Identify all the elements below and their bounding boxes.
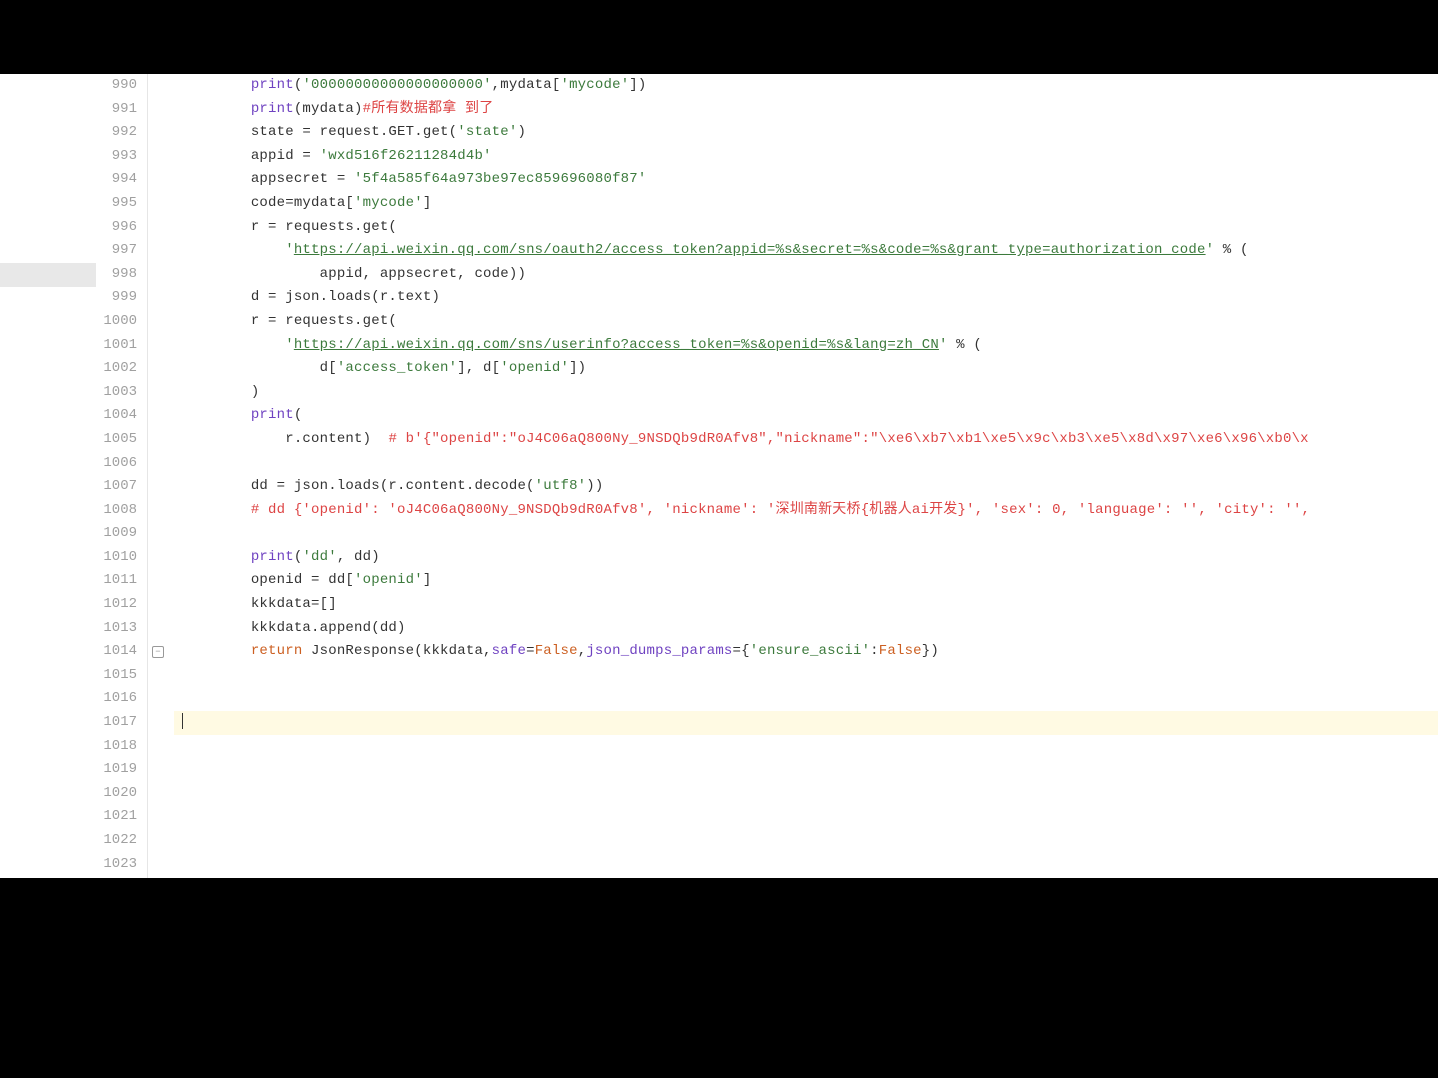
code-line[interactable]: print('00000000000000000000',mydata['myc…	[174, 74, 1438, 98]
line-number: 1000	[96, 310, 137, 334]
code-line[interactable]	[174, 805, 1438, 829]
code-line[interactable]: appsecret = '5f4a585f64a973be97ec8596960…	[174, 168, 1438, 192]
code-line[interactable]	[174, 522, 1438, 546]
code-line[interactable]: appid = 'wxd516f26211284d4b'	[174, 145, 1438, 169]
code-line[interactable]	[174, 452, 1438, 476]
code-line[interactable]: print(mydata)#所有数据都拿 到了	[174, 98, 1438, 122]
code-area[interactable]: print('00000000000000000000',mydata['myc…	[174, 74, 1438, 878]
code-line[interactable]: kkkdata=[]	[174, 593, 1438, 617]
code-line[interactable]: appid, appsecret, code))	[174, 263, 1438, 287]
code-editor[interactable]: 9909919929939949959969979989991000100110…	[0, 74, 1438, 878]
code-line[interactable]	[174, 735, 1438, 759]
line-number: 996	[96, 216, 137, 240]
line-number: 1001	[96, 334, 137, 358]
line-number: 992	[96, 121, 137, 145]
line-number: 1002	[96, 357, 137, 381]
line-number: 1017	[96, 711, 137, 735]
line-number: 994	[96, 168, 137, 192]
line-number: 1008	[96, 499, 137, 523]
line-number: 998	[96, 263, 137, 287]
code-line[interactable]: r = requests.get(	[174, 216, 1438, 240]
code-line[interactable]	[174, 711, 1438, 735]
line-number: 995	[96, 192, 137, 216]
code-line[interactable]: openid = dd['openid']	[174, 569, 1438, 593]
code-line[interactable]: 'https://api.weixin.qq.com/sns/userinfo?…	[174, 334, 1438, 358]
code-line[interactable]: d = json.loads(r.text)	[174, 286, 1438, 310]
code-line[interactable]: return JsonResponse(kkkdata,safe=False,j…	[174, 640, 1438, 664]
code-line[interactable]: )	[174, 381, 1438, 405]
code-line[interactable]: dd = json.loads(r.content.decode('utf8')…	[174, 475, 1438, 499]
line-marker	[0, 263, 96, 287]
line-number: 1013	[96, 617, 137, 641]
line-number: 1019	[96, 758, 137, 782]
breakpoint-gutter[interactable]	[0, 74, 96, 878]
line-number: 1007	[96, 475, 137, 499]
line-number: 1018	[96, 735, 137, 759]
line-number: 1023	[96, 853, 137, 877]
line-number: 1016	[96, 687, 137, 711]
fold-icon[interactable]: −	[152, 646, 164, 658]
line-number: 1004	[96, 404, 137, 428]
code-line[interactable]	[174, 829, 1438, 853]
line-number: 1005	[96, 428, 137, 452]
fold-gutter[interactable]: −	[148, 74, 174, 878]
line-number: 1006	[96, 452, 137, 476]
code-line[interactable]	[174, 687, 1438, 711]
code-line[interactable]	[174, 853, 1438, 877]
code-line[interactable]: print('dd', dd)	[174, 546, 1438, 570]
line-number: 997	[96, 239, 137, 263]
code-line[interactable]: 'https://api.weixin.qq.com/sns/oauth2/ac…	[174, 239, 1438, 263]
code-line[interactable]	[174, 758, 1438, 782]
text-cursor	[182, 713, 183, 729]
line-number: 1003	[96, 381, 137, 405]
line-number: 1011	[96, 569, 137, 593]
line-number: 999	[96, 286, 137, 310]
code-line[interactable]: print(	[174, 404, 1438, 428]
line-number: 1022	[96, 829, 137, 853]
code-line[interactable]: r = requests.get(	[174, 310, 1438, 334]
line-number: 991	[96, 98, 137, 122]
code-line[interactable]: state = request.GET.get('state')	[174, 121, 1438, 145]
line-number: 1012	[96, 593, 137, 617]
line-number: 1014	[96, 640, 137, 664]
line-number: 1010	[96, 546, 137, 570]
line-number: 1020	[96, 782, 137, 806]
line-number: 990	[96, 74, 137, 98]
line-number-gutter[interactable]: 9909919929939949959969979989991000100110…	[96, 74, 148, 878]
code-line[interactable]: r.content) # b'{"openid":"oJ4C06aQ800Ny_…	[174, 428, 1438, 452]
code-line[interactable]	[174, 664, 1438, 688]
code-line[interactable]: # dd {'openid': 'oJ4C06aQ800Ny_9NSDQb9dR…	[174, 499, 1438, 523]
code-line[interactable]	[174, 782, 1438, 806]
line-number: 1015	[96, 664, 137, 688]
code-line[interactable]: code=mydata['mycode']	[174, 192, 1438, 216]
code-line[interactable]: d['access_token'], d['openid'])	[174, 357, 1438, 381]
line-number: 1021	[96, 805, 137, 829]
line-number: 993	[96, 145, 137, 169]
code-line[interactable]: kkkdata.append(dd)	[174, 617, 1438, 641]
line-number: 1009	[96, 522, 137, 546]
